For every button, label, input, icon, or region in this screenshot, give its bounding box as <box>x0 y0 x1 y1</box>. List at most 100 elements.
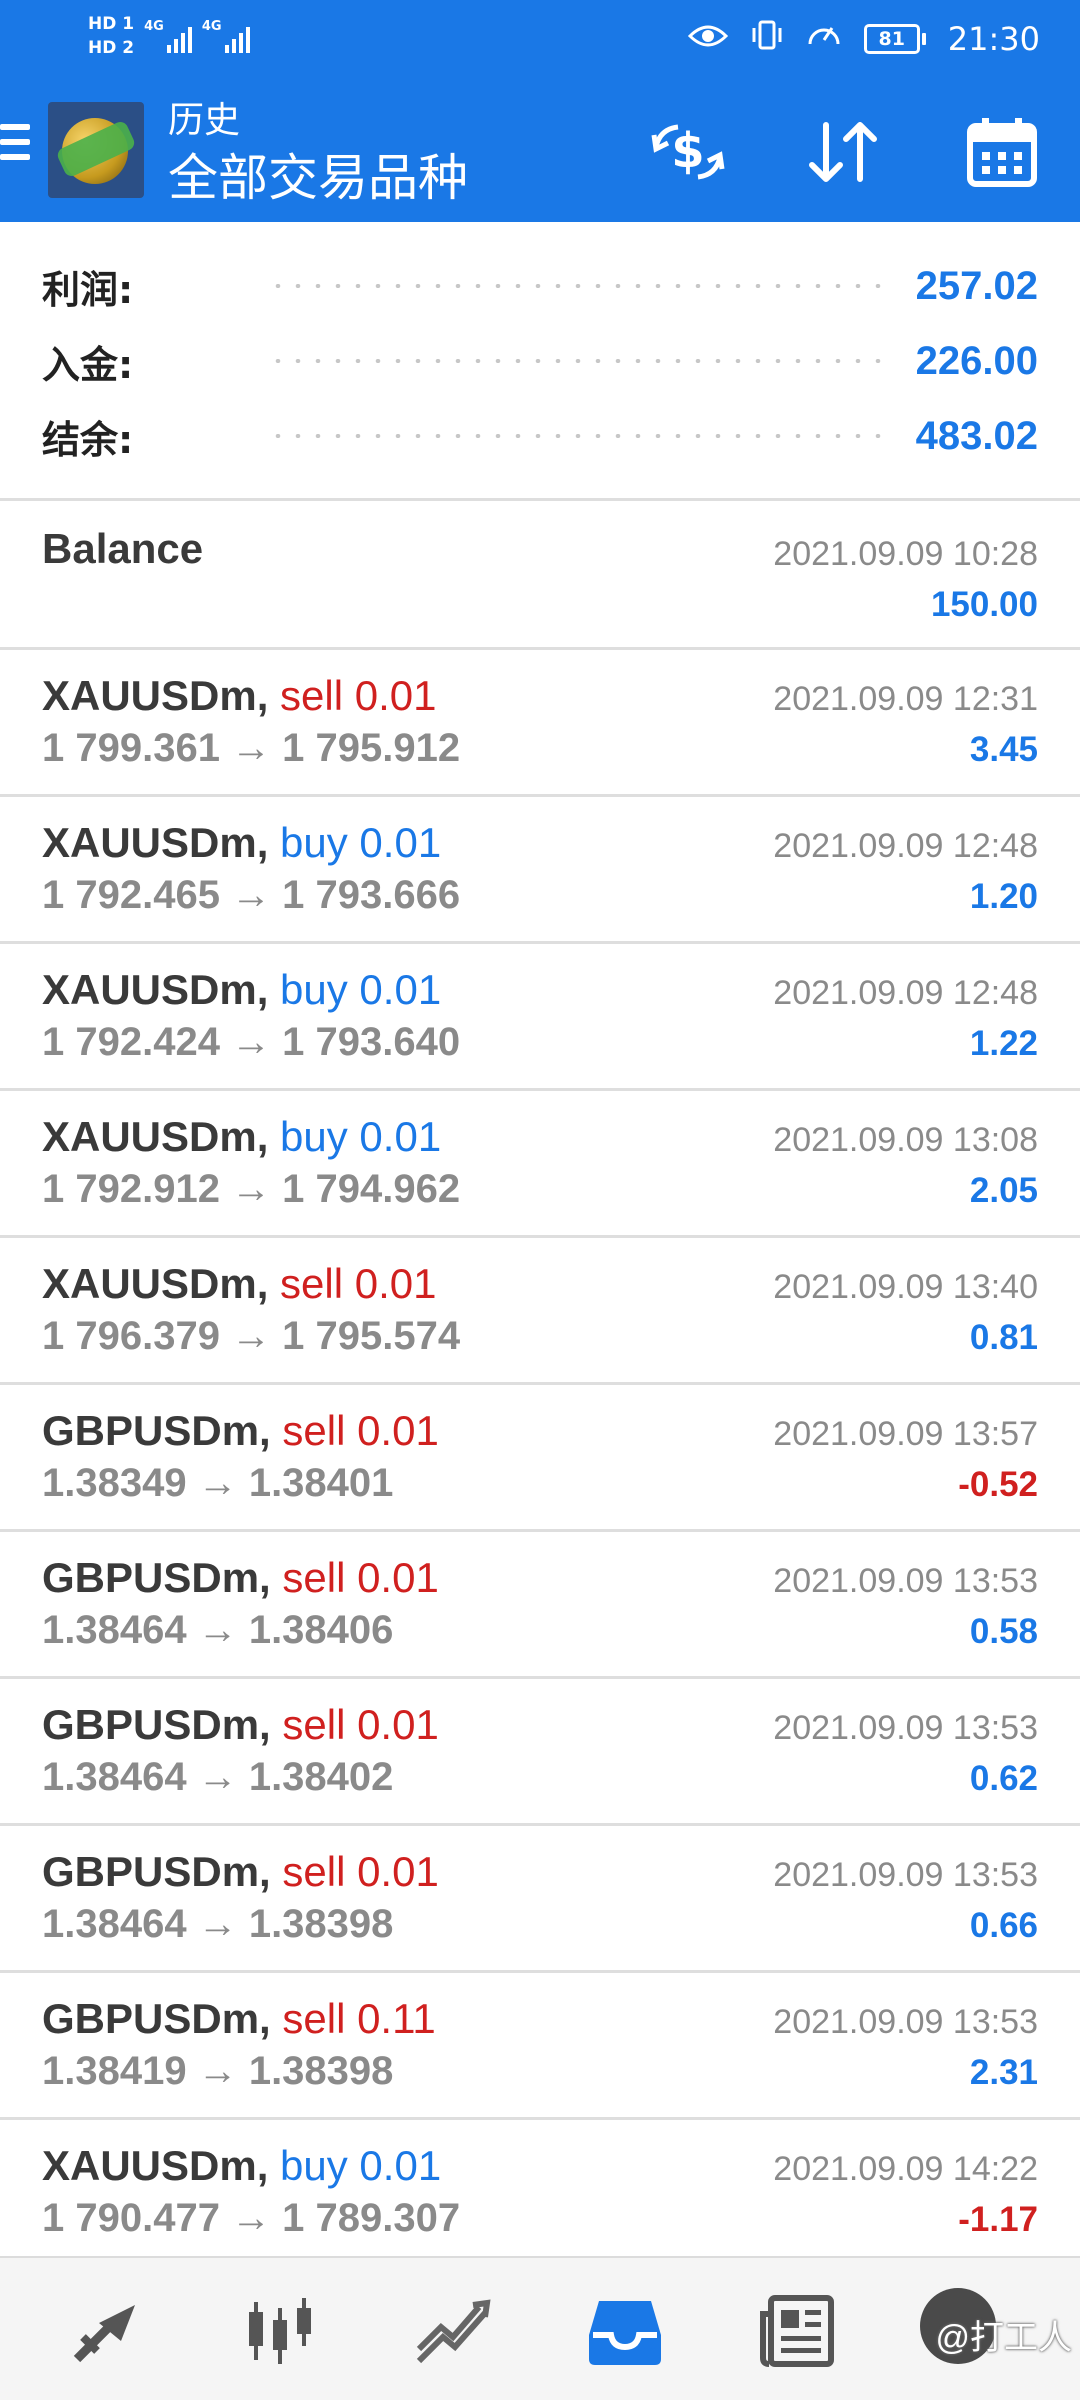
trade-row[interactable]: XAUUSDm, sell 0.01 1 799.361 → 1 795.912 2… <box>0 650 1080 797</box>
trade-side: sell 0.01 <box>280 1260 437 1307</box>
hd2-label: HD 2 <box>88 38 135 58</box>
trade-time: 2021.09.09 13:53 <box>773 1709 1038 1747</box>
symbol-name: XAUUSDm, <box>42 1260 269 1307</box>
battery-icon: 81 <box>863 24 926 54</box>
trade-side: sell 0.11 <box>282 1995 436 2042</box>
trade-profit: 0.58 <box>969 1612 1038 1651</box>
balance-label: 结余: <box>42 417 134 462</box>
dotted-leader <box>268 434 888 438</box>
trade-prices: 1 792.424 → 1 793.640 <box>42 1020 461 1064</box>
trade-time: 2021.09.09 12:48 <box>773 974 1038 1012</box>
trade-time: 2021.09.09 12:31 <box>773 680 1038 718</box>
trade-time: 2021.09.09 13:53 <box>773 1856 1038 1894</box>
app-bar: 历史 全部交易品种 $ <box>0 80 1080 222</box>
symbol-name: XAUUSDm, <box>42 966 269 1013</box>
trade-profit: 0.62 <box>969 1759 1038 1798</box>
trade-icon[interactable] <box>408 2292 498 2372</box>
sort-icon[interactable] <box>804 114 884 190</box>
trade-profit: 0.81 <box>969 1318 1038 1357</box>
symbol-name: GBPUSDm, <box>42 1554 271 1601</box>
symbol-name: GBPUSDm, <box>42 1848 271 1895</box>
trade-side: buy 0.01 <box>280 966 442 1013</box>
trade-time: 2021.09.09 14:22 <box>773 2150 1038 2188</box>
page-title: 历史 <box>168 99 241 140</box>
trade-row[interactable]: GBPUSDm, sell 0.01 1.38349 → 1.38401 2021.… <box>0 1385 1080 1532</box>
history-icon[interactable] <box>580 2292 670 2372</box>
currency-exchange-icon[interactable]: $ <box>648 114 728 190</box>
dotted-leader <box>268 284 888 288</box>
summary-panel: 利润: 257.02 入金: 226.00 结余: 483.02 <box>0 222 1080 500</box>
trade-row[interactable]: XAUUSDm, buy 0.01 1 792.424 → 1 793.640 20… <box>0 944 1080 1091</box>
trade-prices: 1.38464 → 1.38402 <box>42 1755 394 1799</box>
top-bar: HD 1 HD 2 4G 4G 81 21:30 历史 全部交易品种 $ <box>0 0 1080 222</box>
trade-prices: 1.38419 → 1.38398 <box>42 2049 394 2093</box>
trade-prices: 1.38464 → 1.38406 <box>42 1608 394 1652</box>
symbol-filter-title: 全部交易品种 <box>168 150 468 206</box>
trade-prices: 1 790.477 → 1 789.307 <box>42 2196 461 2240</box>
deposit-value: 226.00 <box>915 338 1038 383</box>
trade-symbol: XAUUSDm, buy 0.01 <box>42 1113 441 1161</box>
trade-row[interactable]: XAUUSDm, buy 0.01 1 792.465 → 1 793.666 20… <box>0 797 1080 944</box>
balance-value: 483.02 <box>915 413 1038 458</box>
trade-time: 2021.09.09 13:08 <box>773 1121 1038 1159</box>
balance-deal-row[interactable]: Balance 2021.09.09 10:28 150.00 <box>0 501 1080 650</box>
svg-text:$: $ <box>671 123 704 179</box>
trade-side: sell 0.01 <box>282 1554 439 1601</box>
profit-row: 利润: 257.02 <box>42 256 1038 316</box>
calendar-icon[interactable] <box>962 114 1042 190</box>
signal-group: HD 1 HD 2 4G 4G <box>88 14 250 58</box>
trade-prices: 1 792.465 → 1 793.666 <box>42 873 461 917</box>
symbol-name: GBPUSDm, <box>42 1407 271 1454</box>
trade-time: 2021.09.09 13:53 <box>773 2003 1038 2041</box>
trade-symbol: GBPUSDm, sell 0.11 <box>42 1995 436 2043</box>
trade-symbol: GBPUSDm, sell 0.01 <box>42 1701 439 1749</box>
trade-side: sell 0.01 <box>282 1701 439 1748</box>
news-icon[interactable] <box>752 2292 842 2372</box>
trade-profit: 1.20 <box>969 877 1038 916</box>
trade-side: buy 0.01 <box>280 2142 442 2189</box>
vibrate-icon <box>750 18 784 60</box>
quotes-icon[interactable] <box>64 2292 154 2372</box>
trade-symbol: GBPUSDm, sell 0.01 <box>42 1407 439 1455</box>
trade-time: 2021.09.09 12:48 <box>773 827 1038 865</box>
trade-profit: 1.22 <box>969 1024 1038 1063</box>
signal-icon-2: 4G <box>202 19 250 53</box>
trade-row[interactable]: GBPUSDm, sell 0.01 1.38464 → 1.38402 2021.… <box>0 1679 1080 1826</box>
symbol-name: GBPUSDm, <box>42 1701 271 1748</box>
symbol-name: XAUUSDm, <box>42 2142 269 2189</box>
status-right: 81 21:30 <box>687 18 1040 60</box>
trade-time: 2021.09.09 13:53 <box>773 1562 1038 1600</box>
battery-level: 81 <box>863 24 920 54</box>
trade-prices: 1 796.379 → 1 795.574 <box>42 1314 461 1358</box>
trade-row[interactable]: GBPUSDm, sell 0.11 1.38419 → 1.38398 2021.… <box>0 1973 1080 2120</box>
trade-profit: -1.17 <box>958 2200 1038 2239</box>
profit-label: 利润: <box>42 267 134 312</box>
hd1-label: HD 1 <box>88 14 135 34</box>
clock-time: 21:30 <box>947 20 1040 58</box>
trade-symbol: XAUUSDm, buy 0.01 <box>42 2142 441 2190</box>
trade-row[interactable]: XAUUSDm, buy 0.01 1 792.912 → 1 794.962 20… <box>0 1091 1080 1238</box>
bottom-nav: @打工人 <box>0 2256 1080 2400</box>
eye-icon <box>687 20 728 58</box>
trade-row[interactable]: XAUUSDm, sell 0.01 1 796.379 → 1 795.574 2… <box>0 1238 1080 1385</box>
watermark: @打工人 <box>935 2319 1072 2357</box>
trade-row[interactable]: GBPUSDm, sell 0.01 1.38464 → 1.38398 2021.… <box>0 1826 1080 1973</box>
trade-profit: 2.31 <box>969 2053 1038 2092</box>
deposit-label: 入金: <box>42 342 134 387</box>
trade-symbol: GBPUSDm, sell 0.01 <box>42 1848 439 1896</box>
trade-side: sell 0.01 <box>282 1848 439 1895</box>
symbol-name: GBPUSDm, <box>42 1995 271 2042</box>
trade-profit: -0.52 <box>958 1465 1038 1504</box>
speed-icon <box>806 18 842 60</box>
trade-side: sell 0.01 <box>282 1407 439 1454</box>
chart-icon[interactable] <box>236 2292 326 2372</box>
trade-side: buy 0.01 <box>280 1113 442 1160</box>
trade-prices: 1.38349 → 1.38401 <box>42 1461 394 1505</box>
menu-icon[interactable] <box>0 124 30 164</box>
trade-row[interactable]: GBPUSDm, sell 0.01 1.38464 → 1.38406 2021.… <box>0 1532 1080 1679</box>
title-block[interactable]: 历史 全部交易品种 <box>168 98 468 210</box>
signal-icon-1: 4G <box>144 19 192 53</box>
trade-row[interactable]: XAUUSDm, buy 0.01 1 790.477 → 1 789.307 20… <box>0 2120 1080 2267</box>
trade-time: 2021.09.09 13:57 <box>773 1415 1038 1453</box>
trade-profit: 3.45 <box>969 730 1038 769</box>
